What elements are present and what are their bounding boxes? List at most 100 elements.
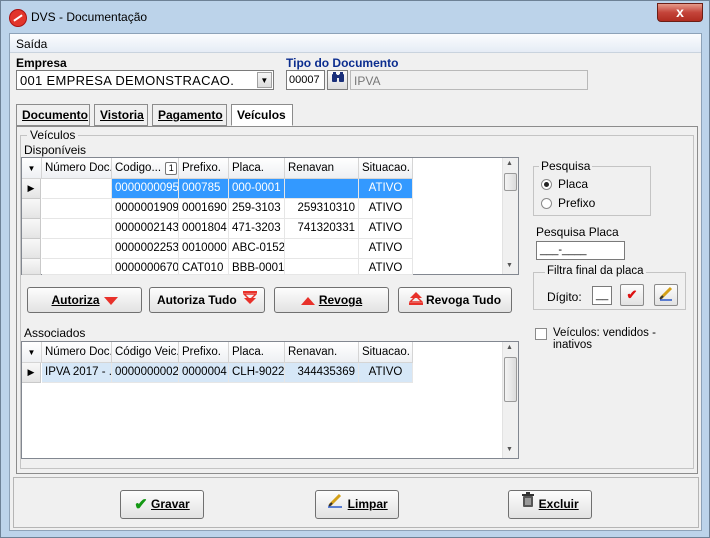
table-cell[interactable]: ATIVO xyxy=(359,219,413,239)
sort-menu-icon[interactable]: ▼ xyxy=(22,342,42,363)
excluir-button[interactable]: Excluir xyxy=(508,490,592,519)
disponiveis-scrollbar[interactable]: ▲ ▼ xyxy=(502,158,518,274)
empresa-select[interactable]: 001 EMPRESA DEMONSTRACAO. ▼ xyxy=(16,70,274,90)
autoriza-button[interactable]: Autoriza xyxy=(27,287,142,313)
revoga-tudo-button[interactable]: Revoga Tudo xyxy=(398,287,512,313)
table-cell[interactable]: 0000002253 xyxy=(112,239,179,259)
table-cell[interactable] xyxy=(42,179,112,199)
table-cell[interactable]: ATIVO xyxy=(359,363,413,383)
table-cell[interactable]: 0000000002 xyxy=(112,363,179,383)
disponiveis-grid[interactable]: ▼ Número Doc. Codigo... 1 Prefixo. Placa… xyxy=(21,157,519,275)
tab-documento[interactable]: Documento xyxy=(16,104,90,126)
table-cell[interactable] xyxy=(285,259,359,275)
table-cell[interactable]: 0001804 xyxy=(179,219,229,239)
table-cell[interactable]: ATIVO xyxy=(359,239,413,259)
tab-veiculos[interactable]: Veículos xyxy=(231,104,293,126)
col-header-prefixo[interactable]: Prefixo. xyxy=(179,158,229,179)
apply-filter-button[interactable]: ✔ xyxy=(620,284,644,306)
tab-pagamento[interactable]: Pagamento xyxy=(152,104,227,126)
veiculos-vendidos-checkbox[interactable] xyxy=(535,328,547,340)
pesquisa-placa-input[interactable]: ___-____ xyxy=(536,241,625,260)
col-header-placa[interactable]: Placa. xyxy=(229,158,285,179)
col-header-situacao[interactable]: Situacao. xyxy=(359,342,413,363)
table-cell[interactable]: 000785 xyxy=(179,179,229,199)
col-header-renavan[interactable]: Renavan xyxy=(285,158,359,179)
col-header-prefixo[interactable]: Prefixo. xyxy=(179,342,229,363)
table-cell[interactable]: 344435369 xyxy=(285,363,359,383)
table-cell[interactable] xyxy=(285,179,359,199)
table-cell[interactable]: 471-3203 xyxy=(229,219,285,239)
pencil-eraser-icon xyxy=(658,286,674,304)
table-cell[interactable]: 000-0001 xyxy=(229,179,285,199)
col-header-renavan[interactable]: Renavan. xyxy=(285,342,359,363)
scroll-up-icon[interactable]: ▲ xyxy=(506,160,513,167)
col-header-placa[interactable]: Placa. xyxy=(229,342,285,363)
clear-filter-button[interactable] xyxy=(654,284,678,306)
associados-grid[interactable]: ▼ Número Doc. Código Veic. Prefixo. Plac… xyxy=(21,341,519,459)
gravar-label: Gravar xyxy=(151,497,190,511)
table-cell[interactable]: 0000001909 xyxy=(112,199,179,219)
table-cell[interactable]: IPVA 2017 - ... xyxy=(42,363,112,383)
trash-icon xyxy=(521,491,535,518)
scroll-down-icon[interactable]: ▼ xyxy=(506,446,513,453)
close-button[interactable]: x xyxy=(657,3,703,22)
limpar-button[interactable]: Limpar xyxy=(315,490,399,519)
table-cell[interactable]: ATIVO xyxy=(359,179,413,199)
table-cell[interactable]: 0010000 xyxy=(179,239,229,259)
title-bar[interactable]: DVS - Documentação x xyxy=(1,1,709,33)
col-header-numero-doc[interactable]: Número Doc. xyxy=(42,342,112,363)
col-header-numero-doc[interactable]: Número Doc. xyxy=(42,158,112,179)
table-cell[interactable]: CAT010 xyxy=(179,259,229,275)
tipo-documento-description: IPVA xyxy=(350,70,588,90)
table-cell[interactable]: 0000000670 xyxy=(112,259,179,275)
scroll-up-icon[interactable]: ▲ xyxy=(506,344,513,351)
revoga-tudo-label: Revoga Tudo xyxy=(425,293,502,307)
table-cell[interactable]: 259-3103 xyxy=(229,199,285,219)
table-cell[interactable] xyxy=(42,219,112,239)
row-indicator[interactable] xyxy=(22,199,41,219)
autoriza-tudo-button[interactable]: Autoriza Tudo xyxy=(149,287,265,313)
radio-placa[interactable] xyxy=(541,179,552,190)
table-cell[interactable]: BBB-0001 xyxy=(229,259,285,275)
table-cell[interactable]: ATIVO xyxy=(359,259,413,275)
row-indicator[interactable] xyxy=(22,239,41,259)
menu-item-saida[interactable]: Saída xyxy=(16,37,47,51)
table-cell[interactable]: 259310310 xyxy=(285,199,359,219)
table-cell[interactable]: ATIVO xyxy=(359,199,413,219)
table-cell[interactable] xyxy=(42,239,112,259)
table-cell[interactable]: 741320331 xyxy=(285,219,359,239)
row-indicator[interactable] xyxy=(22,219,41,239)
veiculos-vendidos-label[interactable]: Veículos: vendidos - inativos xyxy=(553,327,697,351)
sort-menu-icon[interactable]: ▼ xyxy=(22,158,42,179)
table-cell[interactable]: 0000004 xyxy=(179,363,229,383)
chevron-down-icon[interactable]: ▼ xyxy=(257,72,272,88)
table-cell[interactable] xyxy=(42,199,112,219)
gravar-button[interactable]: ✔ Gravar xyxy=(120,490,204,519)
table-cell[interactable]: CLH-9022 xyxy=(229,363,285,383)
col-header-codigo-veic[interactable]: Código Veic. xyxy=(112,342,179,363)
scroll-thumb[interactable] xyxy=(504,173,517,191)
row-indicator[interactable] xyxy=(22,259,41,275)
radio-prefixo-label[interactable]: Prefixo xyxy=(558,196,595,210)
search-button[interactable] xyxy=(327,70,348,90)
tab-vistoria[interactable]: Vistoria xyxy=(94,104,148,126)
scroll-down-icon[interactable]: ▼ xyxy=(506,262,513,269)
radio-placa-label[interactable]: Placa xyxy=(558,177,588,191)
table-cell[interactable] xyxy=(285,239,359,259)
revoga-button[interactable]: Revoga xyxy=(274,287,389,313)
row-indicator-icon[interactable]: ▶ xyxy=(22,363,41,383)
tipo-documento-code-input[interactable]: 00007 xyxy=(286,70,325,90)
radio-prefixo[interactable] xyxy=(541,198,552,209)
table-cell[interactable] xyxy=(42,259,112,275)
table-cell[interactable]: 0001690 xyxy=(179,199,229,219)
digito-input[interactable]: __ xyxy=(592,286,612,305)
row-indicator-icon[interactable]: ▶ xyxy=(22,179,41,199)
table-cell[interactable]: 0000000095 xyxy=(112,179,179,199)
table-cell[interactable]: 0000002143 xyxy=(112,219,179,239)
arrow-up-icon xyxy=(300,296,315,305)
scroll-thumb[interactable] xyxy=(504,357,517,402)
col-header-situacao[interactable]: Situacao. xyxy=(359,158,413,179)
associados-scrollbar[interactable]: ▲ ▼ xyxy=(502,342,518,458)
table-cell[interactable]: ABC-0152 xyxy=(229,239,285,259)
col-header-codigo[interactable]: Codigo... 1 xyxy=(112,158,179,179)
